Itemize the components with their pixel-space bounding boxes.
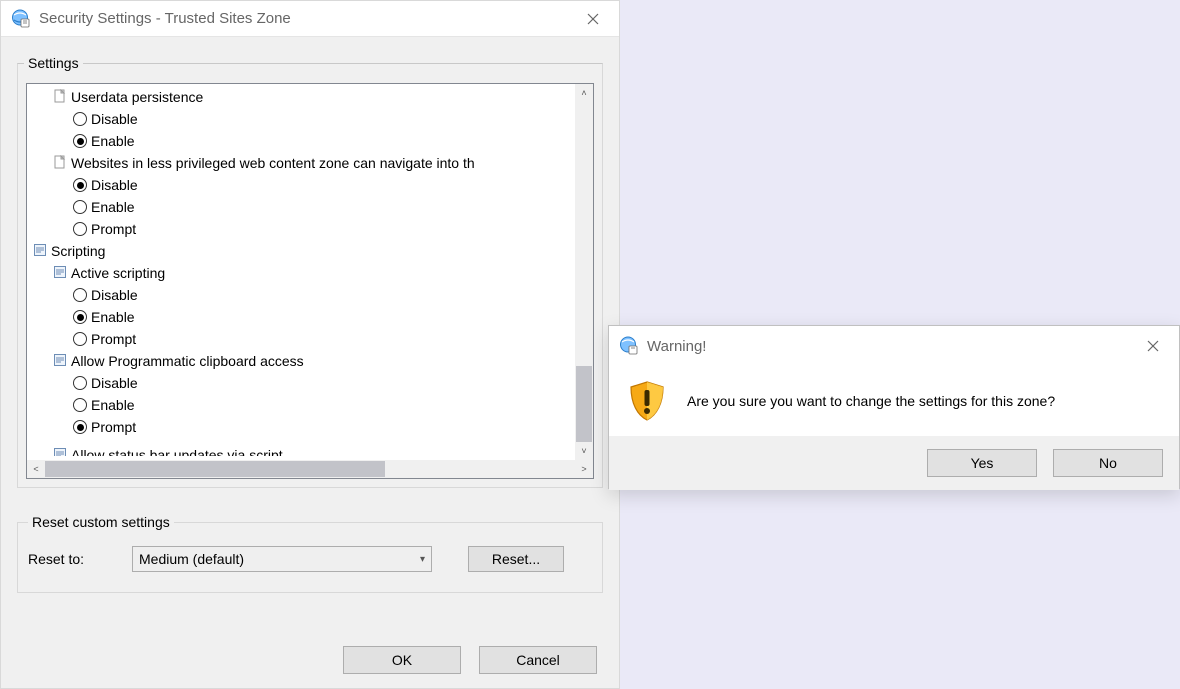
radio-label: Prompt: [91, 419, 136, 435]
close-button[interactable]: [577, 5, 609, 33]
tree-radio-option[interactable]: Disable: [27, 372, 575, 394]
vertical-scrollbar[interactable]: ˄ ˅: [575, 84, 593, 460]
radio-icon: [73, 200, 87, 214]
chevron-right-icon: ˃: [581, 464, 586, 474]
yes-button[interactable]: Yes: [927, 449, 1037, 477]
chevron-down-icon: ˅: [581, 446, 586, 456]
scroll-right-button[interactable]: ˃: [575, 460, 593, 478]
radio-label: Enable: [91, 397, 135, 413]
combobox-selected-value: Medium (default): [139, 551, 244, 567]
script-category-icon: [33, 243, 47, 260]
tree-radio-option[interactable]: Enable: [27, 394, 575, 416]
tree-radio-option[interactable]: Disable: [27, 284, 575, 306]
tree-item[interactable]: Scripting: [27, 240, 575, 262]
horizontal-scrollbar[interactable]: ˂ ˃: [27, 460, 593, 478]
warning-dialog: Warning! Are you sure you want to change…: [608, 325, 1180, 489]
internet-options-icon: [619, 336, 639, 356]
radio-label: Disable: [91, 375, 138, 391]
radio-label: Prompt: [91, 221, 136, 237]
tree-radio-option[interactable]: Prompt: [27, 416, 575, 438]
cancel-button[interactable]: Cancel: [479, 646, 597, 674]
radio-label: Enable: [91, 199, 135, 215]
radio-label: Enable: [91, 309, 135, 325]
tree-radio-option[interactable]: Prompt: [27, 218, 575, 240]
no-button[interactable]: No: [1053, 449, 1163, 477]
chevron-down-icon: ▾: [420, 554, 425, 565]
tree-item-label: Scripting: [51, 243, 105, 259]
radio-icon: [73, 134, 87, 148]
document-icon: [53, 89, 67, 106]
radio-icon: [73, 288, 87, 302]
dialog-body: Settings Userdata persistence Disable Enab…: [1, 37, 619, 688]
radio-label: Enable: [91, 133, 135, 149]
radio-icon: [73, 178, 87, 192]
radio-label: Prompt: [91, 331, 136, 347]
tree-item-label: Userdata persistence: [71, 89, 203, 105]
scroll-thumb-vertical[interactable]: [576, 366, 592, 442]
radio-icon: [73, 376, 87, 390]
tree-item[interactable]: Userdata persistence: [27, 86, 575, 108]
tree-item[interactable]: Allow Programmatic clipboard access: [27, 350, 575, 372]
radio-icon: [73, 222, 87, 236]
ok-button[interactable]: OK: [343, 646, 461, 674]
reset-to-label: Reset to:: [28, 551, 122, 567]
scroll-thumb-horizontal[interactable]: [45, 461, 385, 477]
tree-radio-option[interactable]: Disable: [27, 108, 575, 130]
dialog-action-row: OK Cancel: [17, 630, 603, 676]
close-icon: [1147, 340, 1159, 352]
tree-radio-option[interactable]: Enable: [27, 196, 575, 218]
tree-radio-option[interactable]: Enable: [27, 130, 575, 152]
radio-icon: [73, 112, 87, 126]
tree-item-label: Websites in less privileged web content …: [71, 155, 475, 171]
settings-tree: Userdata persistence Disable Enable Website…: [26, 83, 594, 479]
tree-item-partial: Allow status bar updates via script: [27, 438, 575, 456]
warning-body: Are you sure you want to change the sett…: [609, 366, 1179, 436]
reset-level-combobox[interactable]: Medium (default) ▾: [132, 546, 432, 572]
tree-item[interactable]: Active scripting: [27, 262, 575, 284]
close-icon: [587, 13, 599, 25]
script-icon: [53, 353, 67, 370]
script-icon: [53, 265, 67, 282]
reset-row: Reset to: Medium (default) ▾ Reset...: [28, 546, 592, 572]
tree-content: Userdata persistence Disable Enable Website…: [27, 84, 575, 460]
radio-icon: [73, 420, 87, 434]
radio-icon: [73, 310, 87, 324]
reset-legend: Reset custom settings: [28, 514, 174, 530]
reset-group: Reset custom settings Reset to: Medium (…: [17, 514, 603, 593]
settings-group: Settings Userdata persistence Disable Enab…: [17, 55, 603, 488]
document-icon: [53, 155, 67, 172]
warning-titlebar: Warning!: [609, 326, 1179, 366]
warning-close-button[interactable]: [1137, 332, 1169, 360]
tree-radio-option[interactable]: Disable: [27, 174, 575, 196]
reset-button[interactable]: Reset...: [468, 546, 564, 572]
warning-title: Warning!: [647, 338, 706, 355]
tree-item-label: Allow status bar updates via script: [71, 447, 283, 456]
tree-item-label: Allow Programmatic clipboard access: [71, 353, 304, 369]
radio-icon: [73, 398, 87, 412]
internet-options-icon: [11, 9, 31, 29]
tree-item[interactable]: Websites in less privileged web content …: [27, 152, 575, 174]
tree-radio-option[interactable]: Prompt: [27, 328, 575, 350]
tree-item-label: Active scripting: [71, 265, 165, 281]
titlebar: Security Settings - Trusted Sites Zone: [1, 1, 619, 37]
chevron-up-icon: ˄: [581, 88, 586, 98]
settings-legend: Settings: [24, 55, 83, 71]
radio-label: Disable: [91, 177, 138, 193]
scroll-left-button[interactable]: ˂: [27, 460, 45, 478]
radio-icon: [73, 332, 87, 346]
warning-shield-icon: [625, 379, 669, 423]
chevron-left-icon: ˂: [33, 464, 38, 474]
dialog-title: Security Settings - Trusted Sites Zone: [39, 10, 291, 27]
scroll-down-button[interactable]: ˅: [575, 442, 593, 460]
warning-action-row: Yes No: [609, 436, 1179, 490]
radio-label: Disable: [91, 287, 138, 303]
scroll-up-button[interactable]: ˄: [575, 84, 593, 102]
warning-message: Are you sure you want to change the sett…: [687, 393, 1055, 409]
tree-radio-option[interactable]: Enable: [27, 306, 575, 328]
radio-label: Disable: [91, 111, 138, 127]
security-settings-dialog: Security Settings - Trusted Sites Zone S…: [0, 0, 620, 689]
